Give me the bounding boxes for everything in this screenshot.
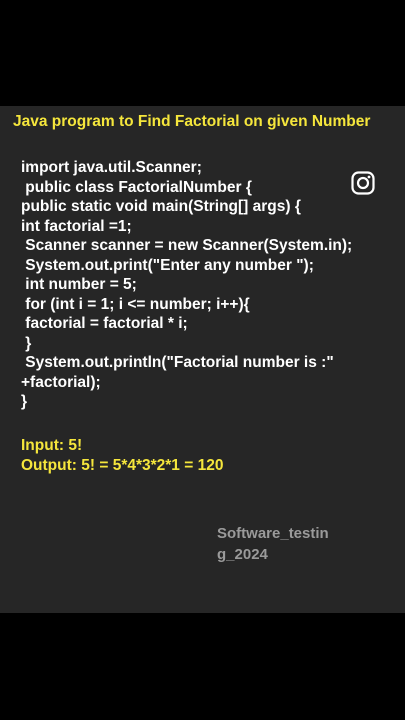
- post-title: Java program to Find Factorial on given …: [13, 113, 371, 130]
- instagram-icon[interactable]: [351, 171, 375, 195]
- code-line: }: [21, 393, 28, 410]
- watermark-line: g_2024: [217, 546, 268, 563]
- output-example: Output: 5! = 5*4*3*2*1 = 120: [21, 457, 224, 474]
- code-line: }: [21, 334, 32, 352]
- code-line: int factorial =1;: [21, 217, 132, 235]
- watermark-line: Software_testin: [217, 525, 329, 542]
- code-line: public class FactorialNumber {: [21, 178, 252, 196]
- input-example: Input: 5!: [21, 437, 83, 454]
- code-line: Scanner scanner = new Scanner(System.in)…: [21, 237, 353, 254]
- code-line: factorial = factorial * i;: [21, 315, 188, 332]
- example-io: Input: 5! Output: 5! = 5*4*3*2*1 = 120: [21, 436, 223, 476]
- code-line: System.out.println("Factorial number is …: [21, 354, 334, 371]
- code-block: import java.util.Scanner; public class F…: [21, 158, 391, 412]
- code-line: import java.util.Scanner;: [21, 159, 202, 176]
- code-line: public static void main(String[] args) {: [21, 198, 301, 215]
- code-line: System.out.print("Enter any number ");: [21, 256, 314, 274]
- code-line: +factorial);: [21, 373, 101, 391]
- watermark: Software_testin g_2024: [217, 523, 347, 565]
- code-line: for (int i = 1; i <= number; i++){: [21, 295, 250, 313]
- code-line: int number = 5;: [21, 276, 137, 293]
